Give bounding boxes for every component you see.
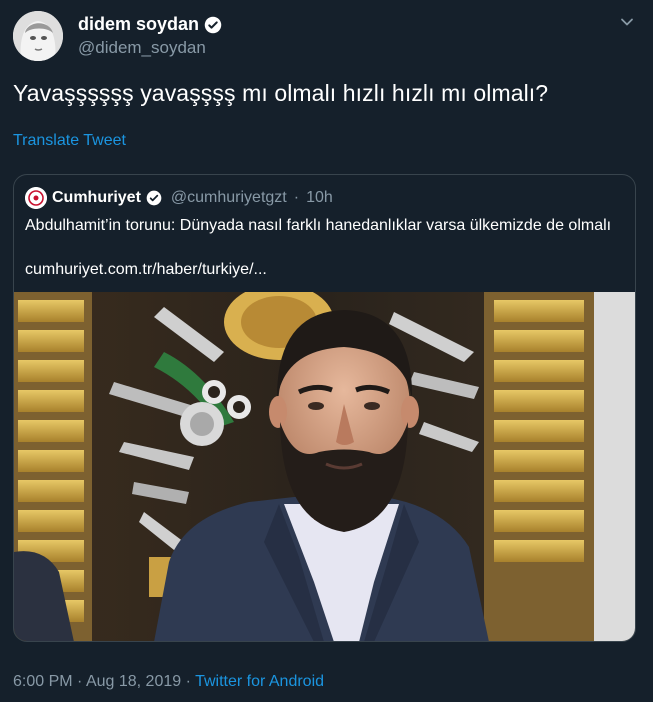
quoted-author-handle: @cumhuriyetgzt xyxy=(170,189,287,206)
translate-tweet-link[interactable]: Translate Tweet xyxy=(13,132,126,150)
author-avatar[interactable] xyxy=(13,11,63,61)
separator-dot: · xyxy=(293,189,300,206)
tweet-text: Yavaşşşşşş yavaşşşş mı olmalı hızlı hızl… xyxy=(13,80,549,106)
quoted-tweet-age: 10h xyxy=(306,189,333,206)
quoted-tweet-text: Abdulhamit’in torunu: Dünyada nasıl fark… xyxy=(25,217,612,234)
quoted-tweet-photo[interactable] xyxy=(14,284,635,641)
quoted-tweet-card[interactable]: Cumhuriyet @cumhuriyetgzt · 10h Abdulham… xyxy=(13,174,636,642)
separator-dot: · xyxy=(185,673,191,690)
separator-dot: · xyxy=(77,673,83,690)
tweet-time[interactable]: 6:00 PM xyxy=(13,673,73,690)
author-name[interactable]: didem soydan xyxy=(78,14,199,35)
quoted-author-name: Cumhuriyet xyxy=(52,189,141,206)
quoted-tweet-header: Cumhuriyet @cumhuriyetgzt · 10h xyxy=(25,187,333,209)
author-name-row[interactable]: didem soydan xyxy=(78,14,222,35)
verified-badge-icon xyxy=(204,16,222,34)
quoted-author-avatar xyxy=(25,187,47,209)
tweet-date[interactable]: Aug 18, 2019 xyxy=(86,673,181,690)
tweet-metadata: 6:00 PM · Aug 18, 2019 · Twitter for And… xyxy=(13,673,324,691)
tweet-source-link[interactable]: Twitter for Android xyxy=(195,673,324,690)
chevron-down-icon[interactable] xyxy=(619,14,635,35)
verified-badge-icon xyxy=(146,190,162,206)
author-handle[interactable]: @didem_soydan xyxy=(78,38,206,58)
quoted-tweet-link[interactable]: cumhuriyet.com.tr/haber/turkiye/... xyxy=(25,261,267,279)
